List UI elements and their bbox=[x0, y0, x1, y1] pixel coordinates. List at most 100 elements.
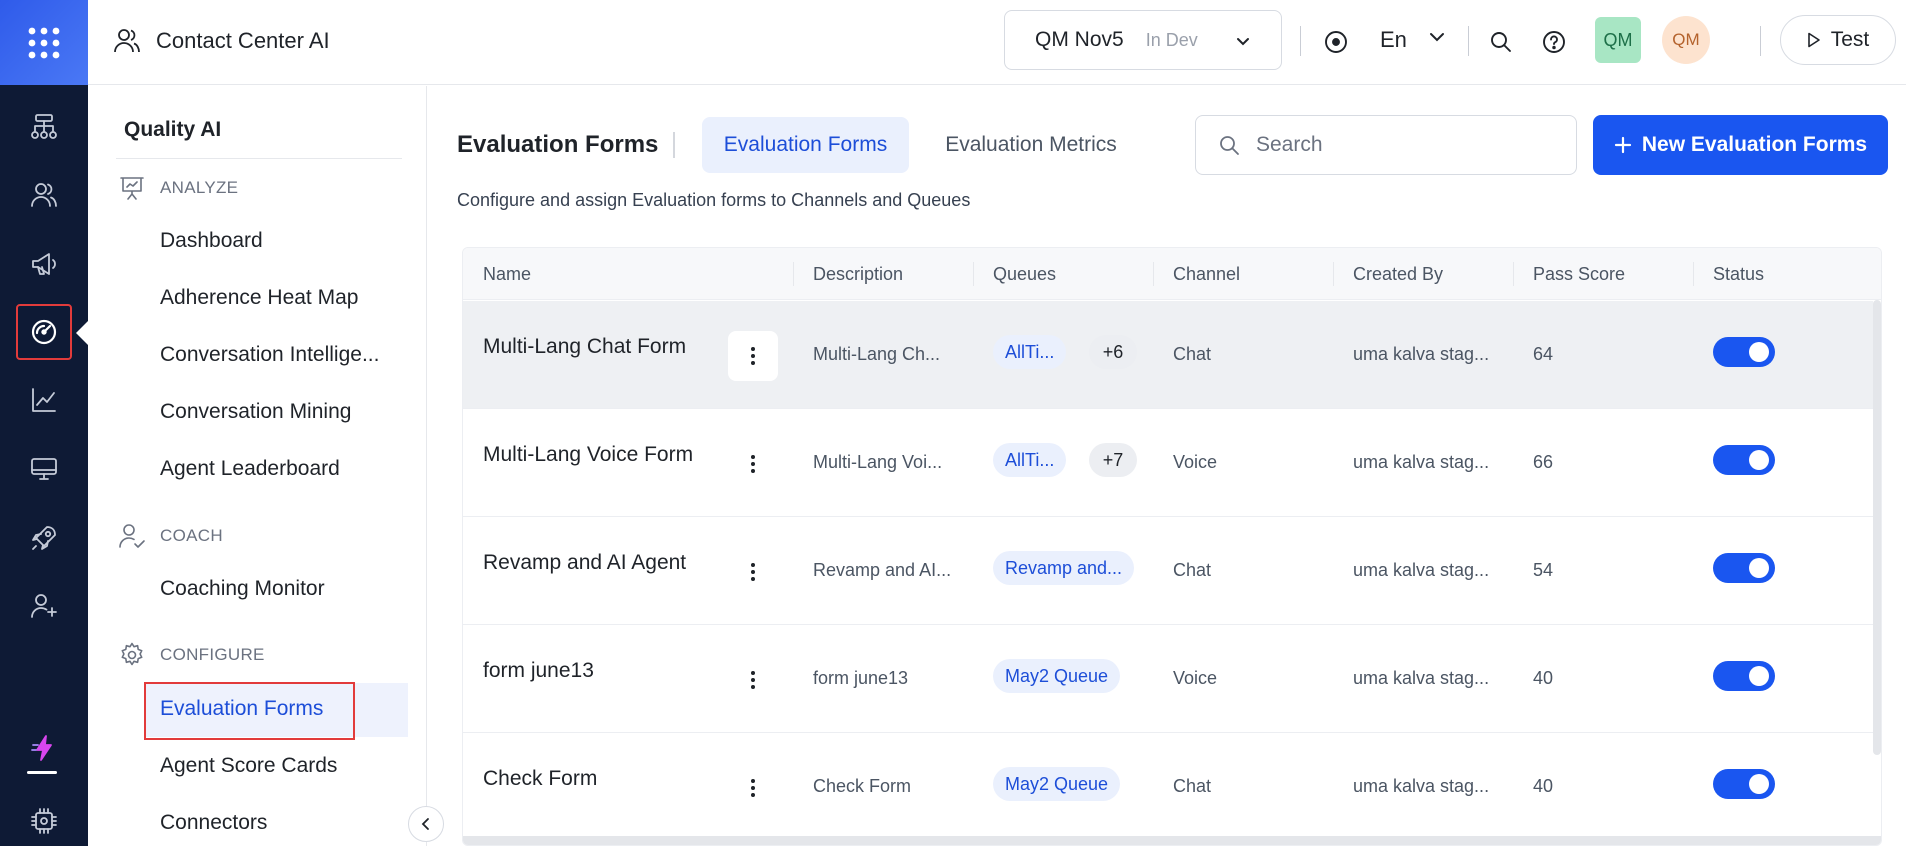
flow-icon[interactable] bbox=[18, 101, 70, 153]
table-row[interactable]: Check Form Check Form May2 Queue Chat um… bbox=[463, 733, 1873, 841]
more-actions-button[interactable] bbox=[728, 655, 778, 705]
user-plus-icon[interactable] bbox=[18, 580, 70, 632]
sidebar-title: Quality AI bbox=[124, 118, 222, 141]
more-actions-button[interactable] bbox=[728, 763, 778, 813]
table-row[interactable]: Multi-Lang Chat Form Multi-Lang Ch... Al… bbox=[463, 301, 1873, 409]
sidebar-item-agent-leaderboard[interactable]: Agent Leaderboard bbox=[160, 457, 340, 481]
monitor-icon[interactable] bbox=[18, 443, 70, 495]
section-configure: CONFIGURE bbox=[118, 641, 265, 669]
form-description: Multi-Lang Voi... bbox=[813, 452, 943, 472]
help-icon[interactable] bbox=[1538, 26, 1570, 58]
chevron-down-icon[interactable] bbox=[1428, 27, 1446, 45]
avatar[interactable]: QM bbox=[1662, 16, 1710, 64]
vertical-scrollbar[interactable] bbox=[1873, 300, 1881, 755]
search-icon bbox=[1220, 136, 1239, 155]
form-description: Multi-Lang Ch... bbox=[813, 344, 941, 364]
gauge-icon[interactable] bbox=[16, 304, 72, 360]
rocket-icon[interactable] bbox=[18, 512, 70, 564]
app-grid-icon[interactable] bbox=[0, 0, 88, 85]
active-underline bbox=[27, 771, 57, 774]
status-toggle[interactable] bbox=[1713, 661, 1775, 691]
form-created-by: uma kalva stag... bbox=[1353, 452, 1490, 472]
tab-evaluation-forms[interactable]: Evaluation Forms bbox=[702, 117, 909, 173]
play-icon bbox=[1807, 32, 1820, 48]
queue-chip[interactable]: Revamp and... bbox=[993, 551, 1135, 585]
kebab-menu-icon bbox=[751, 779, 755, 797]
status-toggle[interactable] bbox=[1713, 769, 1775, 799]
form-channel: Chat bbox=[1173, 776, 1212, 796]
divider bbox=[1300, 26, 1301, 56]
tab-evaluation-metrics[interactable]: Evaluation Metrics bbox=[922, 117, 1140, 173]
section-analyze: ANALYZE bbox=[118, 174, 238, 202]
test-button[interactable]: Test bbox=[1780, 15, 1896, 65]
status-toggle[interactable] bbox=[1713, 337, 1775, 367]
divider bbox=[116, 158, 402, 159]
bolt-icon[interactable] bbox=[18, 722, 70, 774]
table-header: Name Description Queues Channel Created … bbox=[463, 248, 1881, 300]
language-select[interactable]: En bbox=[1380, 27, 1407, 53]
more-actions-button[interactable] bbox=[728, 439, 778, 489]
form-name[interactable]: form june13 bbox=[483, 659, 594, 683]
form-pass-score: 64 bbox=[1533, 344, 1554, 364]
table-row[interactable]: form june13 form june13 May2 Queue Voice… bbox=[463, 625, 1873, 733]
queue-more-chip[interactable]: +7 bbox=[1089, 443, 1137, 477]
environment-tag: In Dev bbox=[1145, 29, 1198, 50]
form-pass-score: 40 bbox=[1533, 668, 1554, 688]
users-icon[interactable] bbox=[18, 169, 70, 221]
form-created-by: uma kalva stag... bbox=[1353, 776, 1490, 796]
form-name[interactable]: Revamp and AI Agent bbox=[483, 551, 686, 575]
table-row[interactable]: Multi-Lang Voice Form Multi-Lang Voi... … bbox=[463, 409, 1873, 517]
column-header-queues[interactable]: Queues bbox=[993, 264, 1056, 285]
queue-chip[interactable]: AllTi... bbox=[993, 335, 1067, 369]
target-icon[interactable] bbox=[1320, 26, 1352, 58]
status-toggle[interactable] bbox=[1713, 553, 1775, 583]
user-badge[interactable]: QM bbox=[1595, 17, 1641, 63]
form-name[interactable]: Check Form bbox=[483, 767, 597, 791]
collapse-sidebar-button[interactable] bbox=[408, 806, 444, 842]
table-row[interactable]: Revamp and AI Agent Revamp and AI... Rev… bbox=[463, 517, 1873, 625]
form-channel: Chat bbox=[1173, 344, 1212, 364]
environment-name: QM Nov5 bbox=[1035, 28, 1124, 51]
sidebar-item-conversation-intelligence[interactable]: Conversation Intellige... bbox=[160, 343, 379, 367]
horizontal-scrollbar[interactable] bbox=[463, 836, 1881, 845]
sidebar-item-conversation-mining[interactable]: Conversation Mining bbox=[160, 400, 351, 424]
form-channel: Voice bbox=[1173, 452, 1218, 472]
column-header-created-by[interactable]: Created By bbox=[1353, 264, 1443, 285]
form-channel: Voice bbox=[1173, 668, 1218, 688]
megaphone-icon[interactable] bbox=[18, 238, 70, 290]
sidebar-item-evaluation-forms[interactable]: Evaluation Forms bbox=[160, 697, 323, 721]
status-toggle[interactable] bbox=[1713, 445, 1775, 475]
search-input[interactable] bbox=[1256, 133, 1556, 157]
column-header-channel[interactable]: Channel bbox=[1173, 264, 1240, 285]
sidebar-item-coaching-monitor[interactable]: Coaching Monitor bbox=[160, 577, 325, 601]
chart-icon[interactable] bbox=[18, 374, 70, 426]
queue-chip[interactable]: May2 Queue bbox=[993, 659, 1121, 693]
queue-more-chip[interactable]: +6 bbox=[1089, 335, 1137, 369]
sidebar-item-dashboard[interactable]: Dashboard bbox=[160, 229, 263, 253]
column-header-pass-score[interactable]: Pass Score bbox=[1533, 264, 1625, 285]
sidebar-item-connectors[interactable]: Connectors bbox=[160, 811, 267, 835]
more-actions-button[interactable] bbox=[728, 547, 778, 597]
column-header-name[interactable]: Name bbox=[483, 264, 531, 285]
queue-chip[interactable]: May2 Queue bbox=[993, 767, 1121, 801]
page-title: Evaluation Forms bbox=[457, 131, 659, 158]
new-evaluation-forms-button[interactable]: New Evaluation Forms bbox=[1593, 115, 1888, 175]
search-icon[interactable] bbox=[1485, 26, 1517, 58]
column-header-status[interactable]: Status bbox=[1713, 264, 1764, 285]
sidebar-item-adherence-heat-map[interactable]: Adherence Heat Map bbox=[160, 286, 358, 310]
form-description: Revamp and AI... bbox=[813, 560, 952, 580]
divider bbox=[1468, 26, 1469, 56]
chip-icon[interactable] bbox=[18, 795, 70, 846]
column-header-description[interactable]: Description bbox=[813, 264, 903, 285]
left-rail bbox=[0, 0, 88, 846]
form-name[interactable]: Multi-Lang Chat Form bbox=[483, 335, 686, 359]
environment-select[interactable]: QM Nov5 In Dev bbox=[1004, 10, 1282, 70]
gear-icon bbox=[121, 642, 143, 666]
queue-chip[interactable]: AllTi... bbox=[993, 443, 1067, 477]
form-name[interactable]: Multi-Lang Voice Form bbox=[483, 443, 693, 467]
kebab-menu-icon bbox=[751, 455, 755, 473]
more-actions-button[interactable] bbox=[728, 331, 778, 381]
sidebar-item-agent-score-cards[interactable]: Agent Score Cards bbox=[160, 754, 337, 778]
search-box[interactable] bbox=[1195, 115, 1577, 175]
test-button-label: Test bbox=[1830, 28, 1870, 51]
